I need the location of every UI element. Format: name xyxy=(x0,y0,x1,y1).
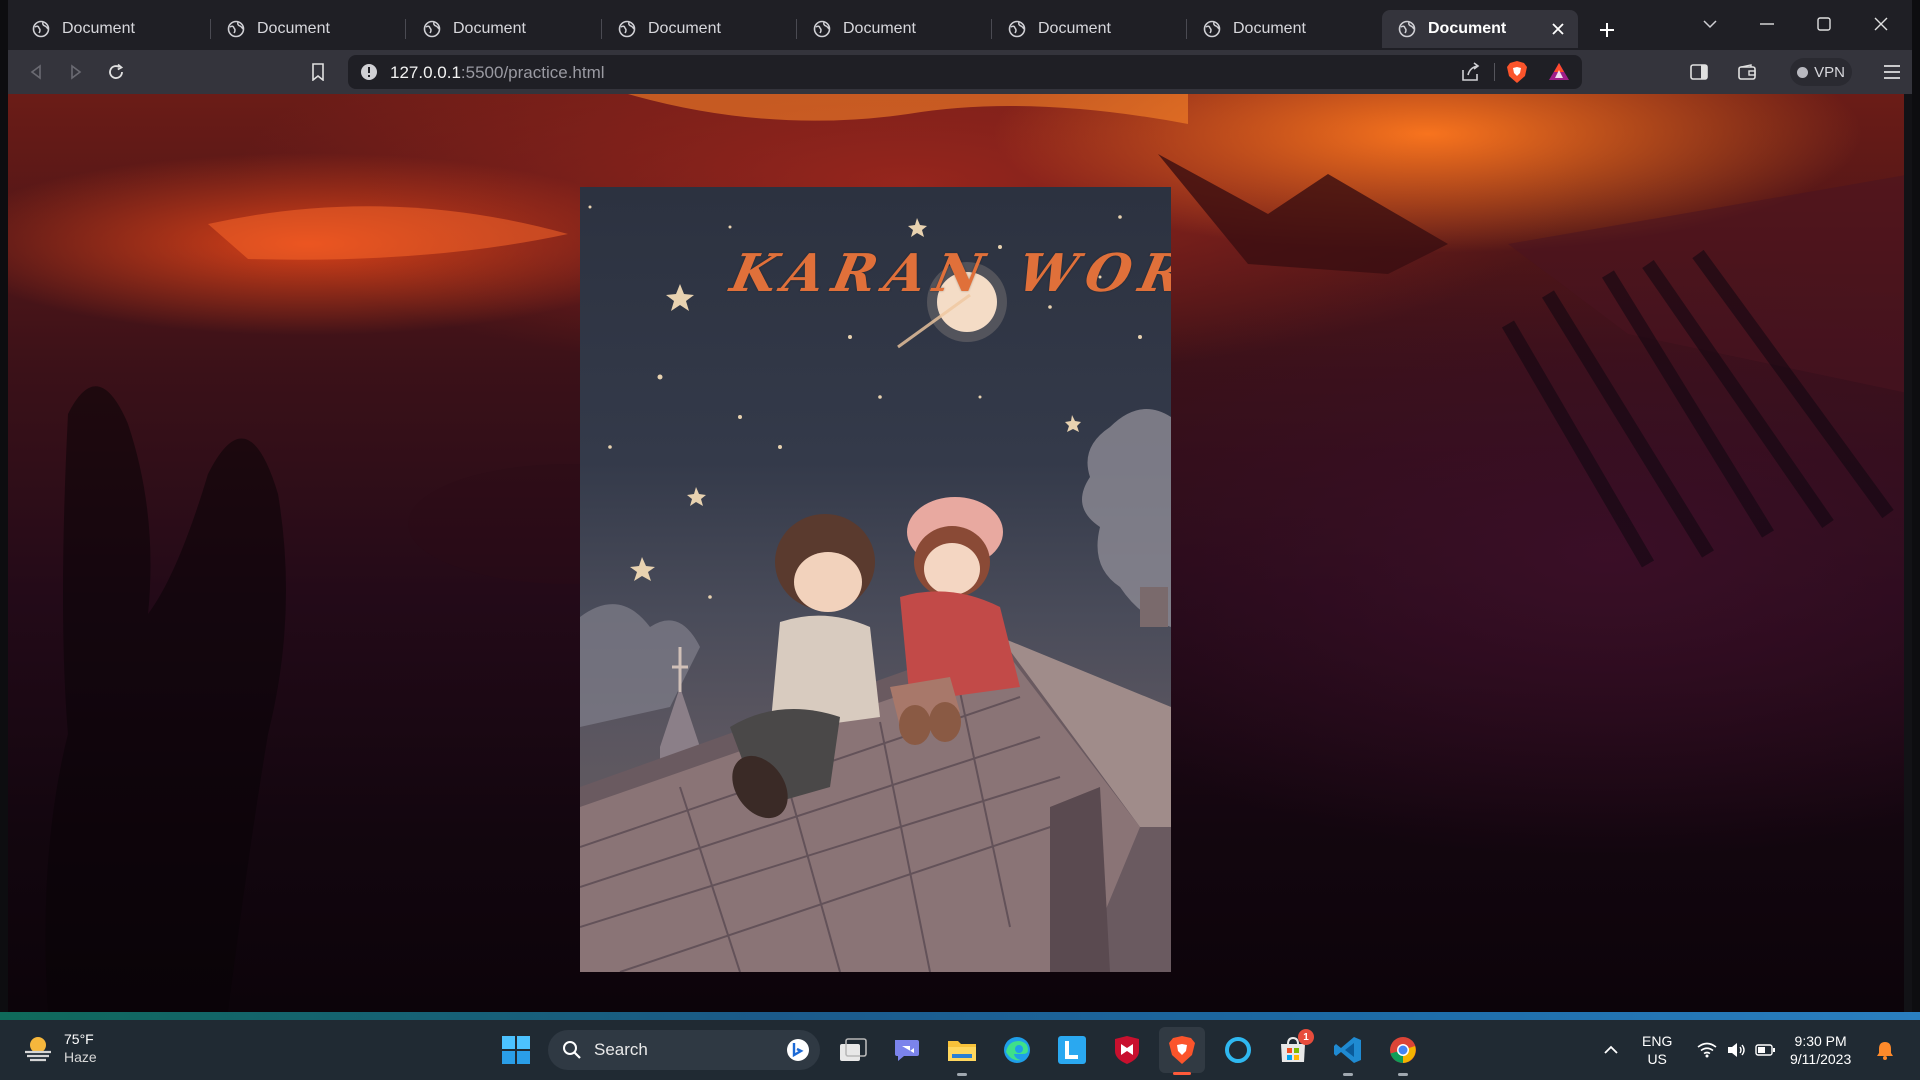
bing-icon[interactable] xyxy=(786,1038,810,1062)
url-host: 127.0.0.1 xyxy=(390,63,461,82)
forward-button[interactable] xyxy=(62,58,90,86)
tab-separator xyxy=(405,19,406,39)
vscode-icon[interactable] xyxy=(1331,1033,1365,1076)
url-text[interactable]: 127.0.0.1:5500/practice.html xyxy=(390,63,605,83)
tab-document-1[interactable]: Document xyxy=(16,10,211,48)
omnibox-divider xyxy=(1494,63,1495,81)
globe-icon xyxy=(1203,20,1221,38)
file-explorer-icon[interactable] xyxy=(945,1033,979,1076)
back-button[interactable] xyxy=(22,58,50,86)
tab-label: Document xyxy=(257,20,330,37)
tab-label: Document xyxy=(62,20,135,37)
language-indicator[interactable]: ENG US xyxy=(1642,1032,1672,1068)
tab-document-2[interactable]: Document xyxy=(211,10,406,48)
weather-temperature: 75°F xyxy=(64,1031,94,1047)
weather-condition: Haze xyxy=(64,1049,97,1065)
notification-bell-icon[interactable] xyxy=(1868,1033,1902,1067)
page-scrollbar[interactable] xyxy=(1904,94,1912,1012)
store-notification-badge: 1 xyxy=(1298,1029,1314,1045)
brave-rewards-icon[interactable] xyxy=(1548,61,1570,83)
tab-label: Document xyxy=(1038,20,1111,37)
search-icon xyxy=(563,1041,581,1059)
globe-icon xyxy=(618,20,636,38)
poster-image: KARAN WORLD xyxy=(580,187,1171,972)
haze-weather-icon xyxy=(25,1037,51,1062)
tab-label: Document xyxy=(453,20,526,37)
browser-window: Document Document Document Document Docu… xyxy=(8,0,1912,1012)
tab-document-3[interactable]: Document xyxy=(407,10,602,48)
close-window-button[interactable] xyxy=(1861,8,1901,40)
windows-taskbar: 75°F Haze Search 1 ENG US 9:30 PM 9/11/2… xyxy=(0,1020,1920,1080)
address-bar[interactable]: 127.0.0.1:5500/practice.html xyxy=(348,55,1582,89)
language-line2: US xyxy=(1647,1051,1667,1067)
maximize-button[interactable] xyxy=(1804,8,1844,40)
windows-start-icon[interactable] xyxy=(499,1033,533,1067)
mcafee-icon[interactable] xyxy=(1110,1033,1144,1067)
globe-icon xyxy=(813,20,831,38)
cortana-icon[interactable] xyxy=(1221,1033,1255,1067)
minimize-button[interactable] xyxy=(1747,8,1787,40)
language-line1: ENG xyxy=(1642,1033,1673,1049)
anime-illustration xyxy=(580,205,1171,972)
tab-document-active[interactable]: Document xyxy=(1382,10,1578,48)
menu-hamburger-icon[interactable] xyxy=(1878,58,1906,86)
globe-icon xyxy=(1008,20,1026,38)
tab-document-5[interactable]: Document xyxy=(797,10,992,48)
taskbar-search[interactable]: Search xyxy=(548,1030,820,1070)
search-placeholder: Search xyxy=(594,1040,648,1059)
share-icon[interactable] xyxy=(1460,61,1482,83)
page-viewport: KARAN WORLD xyxy=(8,94,1912,1012)
clock[interactable]: 9:30 PM 9/11/2023 xyxy=(1790,1032,1851,1068)
clock-date: 9/11/2023 xyxy=(1790,1051,1852,1067)
vpn-status-dot-icon xyxy=(1797,66,1809,78)
tab-search-chevron-icon[interactable] xyxy=(1690,8,1730,40)
show-hidden-icons-chevron-icon[interactable] xyxy=(1594,1033,1628,1067)
url-path: :5500/practice.html xyxy=(460,63,605,82)
bookmark-button[interactable] xyxy=(304,58,332,86)
browser-toolbar: 127.0.0.1:5500/practice.html VPN xyxy=(8,50,1912,94)
site-info-icon[interactable] xyxy=(360,63,378,81)
chrome-icon[interactable] xyxy=(1386,1033,1420,1076)
microsoft-store-icon[interactable]: 1 xyxy=(1276,1029,1314,1067)
close-tab-icon[interactable] xyxy=(1548,19,1568,39)
vpn-button[interactable]: VPN xyxy=(1790,58,1852,86)
tab-document-4[interactable]: Document xyxy=(602,10,797,48)
globe-icon xyxy=(1398,20,1416,38)
clock-time: 9:30 PM xyxy=(1794,1033,1847,1049)
wallet-icon[interactable] xyxy=(1733,58,1761,86)
weather-widget[interactable]: 75°F Haze xyxy=(22,1030,97,1066)
l-app-icon[interactable] xyxy=(1055,1033,1089,1067)
tab-label: Document xyxy=(1233,20,1306,37)
window-bottom-edge xyxy=(0,1012,1920,1020)
tab-label: Document xyxy=(648,20,721,37)
tab-document-6[interactable]: Document xyxy=(992,10,1187,48)
globe-icon xyxy=(227,20,245,38)
sidebar-toggle-icon[interactable] xyxy=(1685,58,1713,86)
globe-icon xyxy=(32,20,50,38)
globe-icon xyxy=(423,20,441,38)
task-view-icon[interactable] xyxy=(836,1033,870,1067)
new-tab-button[interactable] xyxy=(1593,16,1621,44)
battery-icon[interactable] xyxy=(1748,1033,1782,1067)
reload-button[interactable] xyxy=(102,58,130,86)
edge-browser-icon[interactable] xyxy=(1000,1033,1034,1067)
tab-document-7[interactable]: Document xyxy=(1187,10,1382,48)
tab-label: Document xyxy=(1428,20,1507,37)
brave-shields-icon[interactable] xyxy=(1506,60,1528,84)
vpn-label: VPN xyxy=(1814,63,1845,81)
tab-strip: Document Document Document Document Docu… xyxy=(8,0,1912,50)
teams-chat-icon[interactable] xyxy=(890,1033,924,1067)
tab-label: Document xyxy=(843,20,916,37)
brave-browser-icon[interactable] xyxy=(1159,1027,1205,1075)
poster-title: KARAN WORLD xyxy=(725,243,1171,304)
